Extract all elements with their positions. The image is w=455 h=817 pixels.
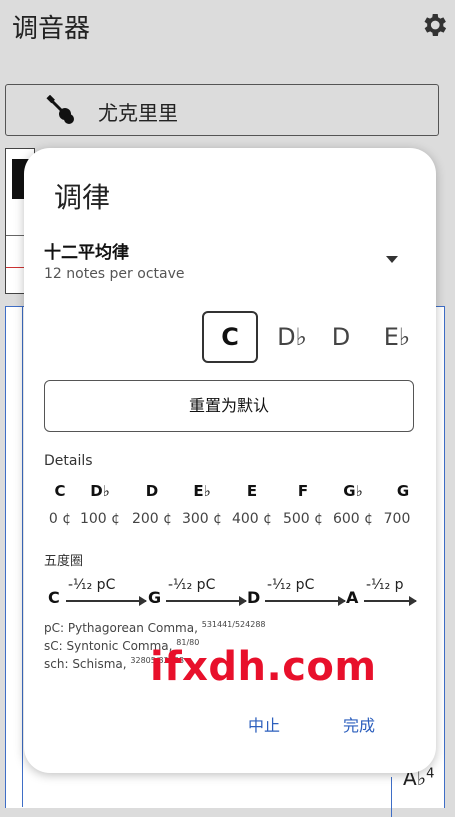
detail-cent: 500 ¢: [282, 511, 324, 527]
detail-cent: 100 ¢: [79, 511, 121, 527]
fifths-arrow: [166, 597, 247, 605]
watermark: ifxdh.com: [150, 644, 377, 690]
circle-of-fifths-row: C -¹⁄₁₂ pC G -¹⁄₁₂ pC D -¹⁄₁₂ pC A -¹⁄₁₂…: [44, 574, 417, 614]
footnote-pc: pC: Pythagorean Comma, 531441/524288: [44, 620, 266, 635]
detail-cent: 200 ¢: [131, 511, 173, 527]
detail-note: D♭: [90, 482, 110, 500]
detail-cent: 400 ¢: [231, 511, 273, 527]
instrument-label: 尤克里里: [98, 101, 178, 125]
temperament-name[interactable]: 十二平均律: [44, 238, 129, 263]
gear-icon[interactable]: [419, 10, 449, 40]
fifths-note: A: [346, 588, 359, 607]
detail-note: F: [297, 482, 309, 500]
fifths-arrow-label: -¹⁄₁₂ pC: [168, 577, 216, 593]
root-note-eflat[interactable]: E♭: [369, 311, 425, 363]
detail-cent: 300 ¢: [181, 511, 223, 527]
detail-note: G♭: [343, 482, 363, 500]
detail-note: E: [246, 482, 258, 500]
detail-cent: 700: [383, 511, 411, 527]
fifths-arrow-label: -¹⁄₁₂ pC: [68, 577, 116, 593]
temperament-subtitle: 12 notes per octave: [44, 266, 185, 282]
root-note-c[interactable]: C: [202, 311, 258, 363]
app-title: 调音器: [12, 14, 91, 44]
temperament-dialog: 调律 十二平均律 12 notes per octave C D♭ D E♭ 重…: [24, 148, 436, 773]
instrument-selector[interactable]: 尤克里里: [5, 84, 439, 136]
detail-note: E♭: [193, 482, 211, 500]
detail-note: D: [145, 482, 159, 500]
fifths-arrow: [66, 597, 147, 605]
root-note-dflat[interactable]: D♭: [264, 311, 320, 363]
cancel-button[interactable]: 中止: [248, 712, 280, 736]
detail-note: C: [54, 482, 66, 500]
fifths-note: G: [148, 588, 162, 607]
fifths-arrow: [364, 597, 417, 605]
details-label: Details: [44, 453, 93, 469]
guitar-icon: [46, 95, 74, 124]
fifths-note: C: [48, 588, 60, 607]
confirm-button[interactable]: 完成: [343, 712, 375, 736]
reset-default-button[interactable]: 重置为默认: [44, 380, 414, 432]
dialog-title: 调律: [54, 181, 111, 214]
detail-note: G: [396, 482, 410, 500]
circle-of-fifths-label: 五度圈: [44, 554, 84, 569]
fifths-arrow-label: -¹⁄₁₂ pC: [267, 577, 315, 593]
root-note-d[interactable]: D: [313, 311, 369, 363]
chevron-down-icon[interactable]: [386, 256, 398, 263]
fifths-note: D: [247, 588, 261, 607]
fifths-arrow-label: -¹⁄₁₂ p: [366, 577, 404, 593]
fifths-arrow: [265, 597, 346, 605]
